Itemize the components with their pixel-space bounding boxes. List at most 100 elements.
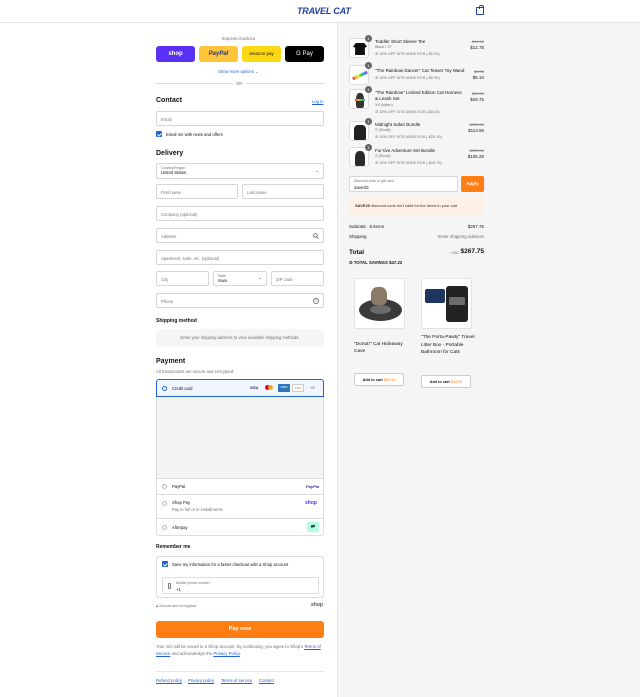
show-more-label: Show more options	[218, 69, 254, 74]
privacy-policy-link[interactable]: Privacy policy	[188, 678, 214, 683]
mobile-phone-field[interactable]: Mobile phone number +1	[162, 577, 319, 594]
quantity-badge: 1	[365, 35, 372, 42]
afterpay-radio[interactable]	[162, 525, 167, 530]
card-form-area[interactable]	[157, 397, 323, 478]
paypal-express-button[interactable]: PayPal	[199, 46, 238, 62]
first-name-field[interactable]: First name	[156, 184, 238, 199]
discount-label: Discount code or gift card	[354, 179, 394, 183]
item-variant: XS (kitten)	[375, 103, 393, 107]
upsell-add-button[interactable]: Add to cart $59.99	[354, 373, 404, 386]
upsell-price: $59.99	[383, 378, 396, 382]
item-price: $29.75	[470, 97, 484, 102]
paypal-logo-icon: PayPal	[306, 484, 320, 489]
paypal-radio[interactable]	[162, 484, 167, 489]
shop-pay-option[interactable]: Shop Pay Pay in full or in installments …	[157, 494, 323, 518]
pay-now-button[interactable]: Pay now	[156, 621, 324, 638]
company-field[interactable]: Company (optional)	[156, 206, 324, 221]
shipping-label: Shipping	[349, 234, 367, 239]
upsell-title[interactable]: "The Porta-Pawty" Travel Litter Box - Po…	[421, 334, 475, 357]
credit-card-option[interactable]: Credit card VISA AMEX DISC +5	[156, 379, 324, 397]
payment-heading: Payment	[156, 358, 186, 365]
remember-me-heading: Remember me	[156, 544, 191, 550]
afterpay-label: Afterpay	[172, 525, 188, 530]
item-price: $5.10	[472, 75, 484, 80]
total-value: $267.75	[460, 248, 485, 255]
login-link[interactable]: Log in	[312, 99, 323, 104]
terms-of-service-link[interactable]: Terms of service	[221, 678, 252, 683]
shop-pay-label: Shop Pay	[172, 500, 191, 505]
amazon-pay-express-button[interactable]: amazon pay	[242, 46, 281, 62]
shop-pay-express-button[interactable]: shop	[156, 46, 195, 62]
store-logo[interactable]: TRAVEL CAT	[297, 6, 351, 16]
tag-icon: ⊘	[375, 76, 379, 80]
item-variant: S (Small)	[375, 154, 391, 158]
afterpay-option[interactable]: Afterpay ⇄	[157, 518, 323, 535]
legal-text: Your info will be saved to a Shop accoun…	[156, 644, 324, 657]
item-discount: ⊘ 15% OFF SITE-WIDE EOS (-$18.75)	[375, 160, 442, 165]
news-checkbox[interactable]	[156, 131, 162, 137]
item-discount-text: 15% OFF SITE-WIDE EOS (-$2.24)	[379, 52, 440, 56]
item-name: "The Rainbow Dancer" Cat Teaser Toy Wand	[375, 68, 465, 73]
apartment-field[interactable]: Apartment, suite, etc. (optional)	[156, 250, 324, 265]
express-checkout-title: Express checkout	[222, 36, 256, 41]
shipping-method-note: Enter your shipping address to view avai…	[156, 329, 324, 347]
shopping-bag-icon[interactable]	[476, 5, 484, 15]
news-label: Email me with news and offers	[166, 132, 223, 137]
address-field[interactable]: Address	[156, 228, 324, 243]
item-old-price: $14.99	[471, 39, 484, 44]
upsell-image-cat-cave[interactable]	[354, 278, 405, 329]
apply-button[interactable]: Apply	[461, 176, 484, 192]
quantity-badge: 1	[365, 86, 372, 93]
shop-pay-sub: Pay in full or in installments	[172, 507, 223, 512]
item-name: Midnight Safari Bundle	[375, 122, 421, 127]
upsell-add-button[interactable]: Add to cart $34.99	[421, 375, 471, 388]
afterpay-logo-icon: ⇄	[307, 522, 319, 532]
discount-code-field[interactable]: Discount code or gift card save20	[349, 176, 458, 192]
phone-field[interactable]: Phone ?	[156, 293, 324, 308]
paypal-label: PayPal	[172, 484, 186, 489]
savings-label: TOTAL SAVINGS	[353, 260, 388, 265]
discover-icon: DISC	[292, 384, 304, 392]
state-value: Iowa	[218, 278, 227, 283]
mastercard-icon	[265, 385, 273, 391]
contact-heading: Contact	[156, 97, 183, 104]
total-savings: ⊘ TOTAL SAVINGS $47.22	[349, 260, 402, 266]
upsell-title[interactable]: "Donut!" Cat Hideaway Cave	[354, 341, 404, 355]
credit-card-radio[interactable]	[162, 386, 167, 391]
shop-logo-icon: shop	[311, 602, 323, 608]
address-placeholder: Address	[161, 234, 177, 239]
payment-options: Credit card VISA AMEX DISC +5 PayPal Pay…	[156, 379, 324, 536]
last-name-field[interactable]: Last name	[242, 184, 324, 199]
shop-pay-radio[interactable]	[162, 501, 167, 506]
refund-policy-link[interactable]: Refund policy	[156, 678, 182, 683]
item-name: Fur-tive Adventure Set Bundle	[375, 148, 436, 153]
item-discount-text: 15% OFF SITE-WIDE EOS (-$20.10)	[379, 135, 442, 139]
quantity-badge: 1	[365, 144, 372, 151]
state-select[interactable]: State Iowa ⌄	[213, 271, 267, 286]
country-select[interactable]: Country/Region United States ⌄	[156, 163, 324, 179]
zip-field[interactable]: ZIP code	[271, 271, 324, 286]
tag-icon: ⊘	[375, 110, 379, 114]
tag-icon: ⊘	[375, 161, 379, 165]
privacy-link[interactable]: Privacy Policy	[213, 651, 239, 656]
city-field[interactable]: City	[156, 271, 209, 286]
item-price: $106.25	[467, 154, 484, 159]
help-icon[interactable]: ?	[313, 298, 319, 304]
secure-label: Secure and encrypted	[159, 604, 197, 608]
or-divider-left	[156, 83, 233, 84]
email-field[interactable]: Email	[156, 111, 324, 126]
show-more-options-link[interactable]: Show more options ⌄	[218, 69, 259, 74]
item-price: $12.75	[470, 45, 484, 50]
or-divider-right	[246, 83, 324, 84]
upsell-add-label: Add to cart	[362, 378, 383, 382]
item-old-price: $134.00	[469, 122, 484, 127]
paypal-option[interactable]: PayPal PayPal	[157, 478, 323, 494]
legal-text-dot: .	[239, 650, 241, 656]
save-info-checkbox[interactable]	[162, 561, 168, 567]
contact-link[interactable]: Contact	[259, 678, 274, 683]
google-pay-express-button[interactable]: G Pay	[285, 46, 324, 62]
savings-value: $47.22	[389, 260, 403, 265]
credit-card-label: Credit card	[172, 386, 193, 391]
upsell-image-litter-box[interactable]	[421, 278, 472, 329]
item-discount-text: 15% OFF SITE-WIDE EOS (-$18.75)	[379, 161, 442, 165]
